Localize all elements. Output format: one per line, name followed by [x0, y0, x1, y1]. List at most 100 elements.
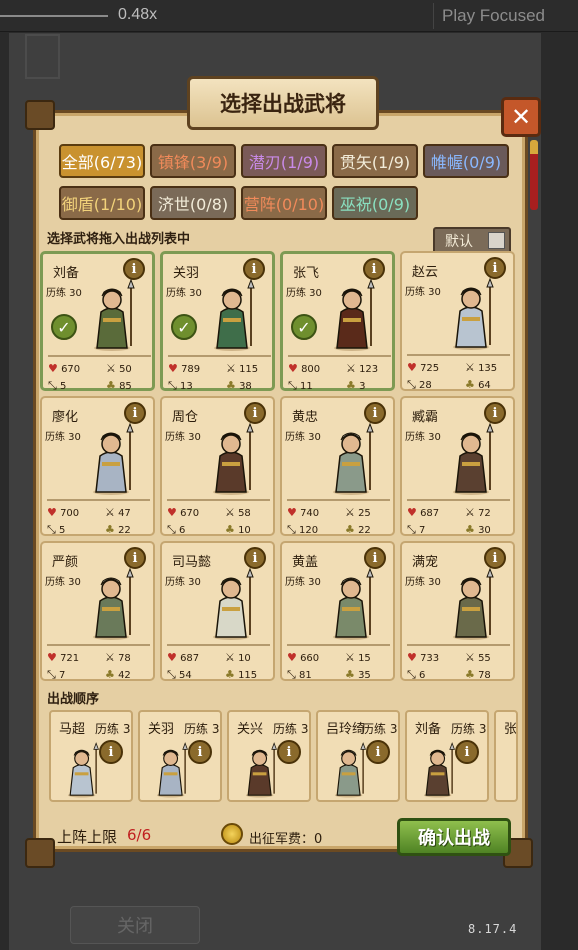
info-icon[interactable]: i	[124, 402, 146, 424]
info-icon[interactable]: i	[123, 258, 145, 280]
hero-name: 关羽	[173, 266, 200, 281]
tab-4[interactable]: 帷幄(0/9)	[423, 144, 509, 178]
default-sort-toggle[interactable]: 默认	[433, 227, 511, 254]
hp-value: 670	[180, 508, 200, 519]
cost-value: 22	[118, 525, 131, 536]
cost-stat: ♣ 10	[225, 523, 251, 536]
order-slot-2[interactable]: 关兴历练 30 i	[227, 710, 311, 802]
play-mode-dropdown[interactable]: Play Focused	[442, 6, 545, 26]
info-icon[interactable]: i	[244, 402, 266, 424]
heart-icon: ♥	[287, 651, 297, 664]
info-icon[interactable]: i	[363, 258, 385, 280]
attack-value: 115	[239, 364, 259, 375]
hero-level: 历练 30	[286, 288, 322, 299]
card-divider	[407, 644, 510, 646]
hp-value: 800	[301, 364, 321, 375]
info-icon[interactable]: i	[124, 547, 146, 569]
hero-name: 刘备	[53, 266, 80, 281]
hero-level: 历练 30	[405, 287, 441, 298]
range-value: 28	[419, 380, 432, 391]
cost-value: 42	[118, 670, 131, 681]
order-slot-3[interactable]: 吕玲绮历练 30 i	[316, 710, 400, 802]
range-value: 13	[180, 381, 193, 392]
info-icon[interactable]: i	[484, 402, 506, 424]
bow-icon: ⤡	[167, 668, 176, 681]
cost-value: 3	[359, 381, 366, 392]
hero-portrait	[444, 277, 499, 351]
order-hero-name: 吕玲绮	[326, 722, 366, 737]
order-slot-1[interactable]: 关羽历练 30 i	[138, 710, 222, 802]
info-icon[interactable]: i	[484, 547, 506, 569]
grain-icon: ♣	[225, 668, 235, 681]
tab-8[interactable]: 巫祝(0/9)	[332, 186, 418, 220]
cost-value: 35	[358, 670, 371, 681]
hero-level: 历练 30	[405, 432, 441, 443]
info-icon[interactable]: i	[364, 547, 386, 569]
tab-7[interactable]: 营阵(0/10)	[241, 186, 327, 220]
info-icon[interactable]: i	[484, 257, 506, 279]
hero-card-0[interactable]: 刘备 i 历练 30 ✓ ♥ 670 ⚔ 50 ⤡ 5 ♣ 85	[40, 251, 155, 392]
hero-level: 历练 30	[45, 432, 81, 443]
order-hero-level: 历练 30	[451, 722, 487, 736]
hero-card-9[interactable]: 司马懿 i 历练 30 ♥ 687 ⚔ 10 ⤡ 54 ♣ 115	[160, 541, 275, 681]
order-slot-5[interactable]: 张	[494, 710, 518, 802]
range-stat: ⤡ 28	[407, 378, 432, 392]
cost-stat: ♣ 42	[105, 668, 131, 681]
deploy-limit-label: 上阵上限	[57, 828, 118, 846]
cost-stat: ♣ 3	[346, 379, 365, 392]
hero-portrait	[324, 567, 379, 641]
bow-icon: ⤡	[48, 379, 57, 392]
tab-2[interactable]: 潜刃(1/9)	[241, 144, 327, 178]
attack-stat: ⚔ 135	[465, 361, 497, 374]
hero-card-3[interactable]: 赵云 i 历练 30 ♥ 725 ⚔ 135 ⤡ 28 ♣ 64	[400, 251, 515, 391]
hero-name: 张飞	[293, 266, 320, 281]
range-stat: ⤡ 7	[47, 668, 65, 682]
attack-stat: ⚔ 72	[465, 506, 491, 519]
hero-card-10[interactable]: 黄盖 i 历练 30 ♥ 660 ⚔ 15 ⤡ 81 ♣ 35	[280, 541, 395, 681]
hero-name: 周仓	[172, 410, 199, 425]
hero-card-6[interactable]: 黄忠 i 历练 30 ♥ 740 ⚔ 25 ⤡ 120 ♣ 22	[280, 396, 395, 536]
attack-stat: ⚔ 15	[345, 651, 371, 664]
tab-1[interactable]: 镇锋(3/9)	[150, 144, 236, 178]
info-icon[interactable]: i	[364, 402, 386, 424]
info-icon[interactable]: i	[277, 740, 301, 764]
bottom-close-button[interactable]: 关闭	[70, 906, 200, 944]
cost-value: 38	[239, 381, 252, 392]
tab-0[interactable]: 全部(6/73)	[59, 144, 145, 178]
info-icon[interactable]: i	[188, 740, 212, 764]
order-slot-0[interactable]: 马超历练 30 i	[49, 710, 133, 802]
order-slot-4[interactable]: 刘备历练 30 i	[405, 710, 489, 802]
tab-5[interactable]: 御盾(1/10)	[59, 186, 145, 220]
crossed-swords-icon: ⚔	[346, 362, 356, 375]
tab-6[interactable]: 济世(0/8)	[150, 186, 236, 220]
tab-3[interactable]: 贯矢(1/9)	[332, 144, 418, 178]
hp-stat: ♥ 687	[167, 651, 199, 664]
info-icon[interactable]: i	[366, 740, 390, 764]
attack-stat: ⚔ 25	[345, 506, 371, 519]
bow-icon: ⤡	[47, 523, 56, 536]
default-checkbox[interactable]	[488, 232, 505, 249]
hero-card-5[interactable]: 周仓 i 历练 30 ♥ 670 ⚔ 58 ⤡ 6 ♣ 10	[160, 396, 275, 536]
info-icon[interactable]: i	[243, 258, 265, 280]
hero-portrait	[444, 422, 499, 496]
info-icon[interactable]: i	[244, 547, 266, 569]
hero-card-7[interactable]: 臧霸 i 历练 30 ♥ 687 ⚔ 72 ⤡ 7 ♣ 30	[400, 396, 515, 536]
hero-card-8[interactable]: 严颜 i 历练 30 ♥ 721 ⚔ 78 ⤡ 7 ♣ 42	[40, 541, 155, 681]
hero-portrait	[324, 422, 379, 496]
zoom-slider[interactable]	[0, 15, 108, 17]
hero-card-1[interactable]: 关羽 i 历练 30 ✓ ♥ 789 ⚔ 115 ⤡ 13 ♣ 38	[160, 251, 275, 392]
hero-card-2[interactable]: 张飞 i 历练 30 ✓ ♥ 800 ⚔ 123 ⤡ 11 ♣ 3	[280, 251, 395, 392]
hero-card-11[interactable]: 满宠 i 历练 30 ♥ 733 ⚔ 55 ⤡ 6 ♣ 78	[400, 541, 515, 681]
confirm-deploy-button[interactable]: 确认出战	[397, 818, 511, 856]
info-icon[interactable]: i	[99, 740, 123, 764]
info-icon[interactable]: i	[455, 740, 479, 764]
range-value: 5	[59, 525, 66, 536]
hp-value: 789	[181, 364, 201, 375]
close-button[interactable]: ✕	[501, 97, 541, 137]
range-value: 7	[419, 525, 426, 536]
attack-value: 55	[478, 653, 491, 664]
heart-icon: ♥	[168, 362, 178, 375]
grain-icon: ♣	[345, 668, 355, 681]
hero-card-4[interactable]: 廖化 i 历练 30 ♥ 700 ⚔ 47 ⤡ 5 ♣ 22	[40, 396, 155, 536]
heart-icon: ♥	[167, 506, 177, 519]
